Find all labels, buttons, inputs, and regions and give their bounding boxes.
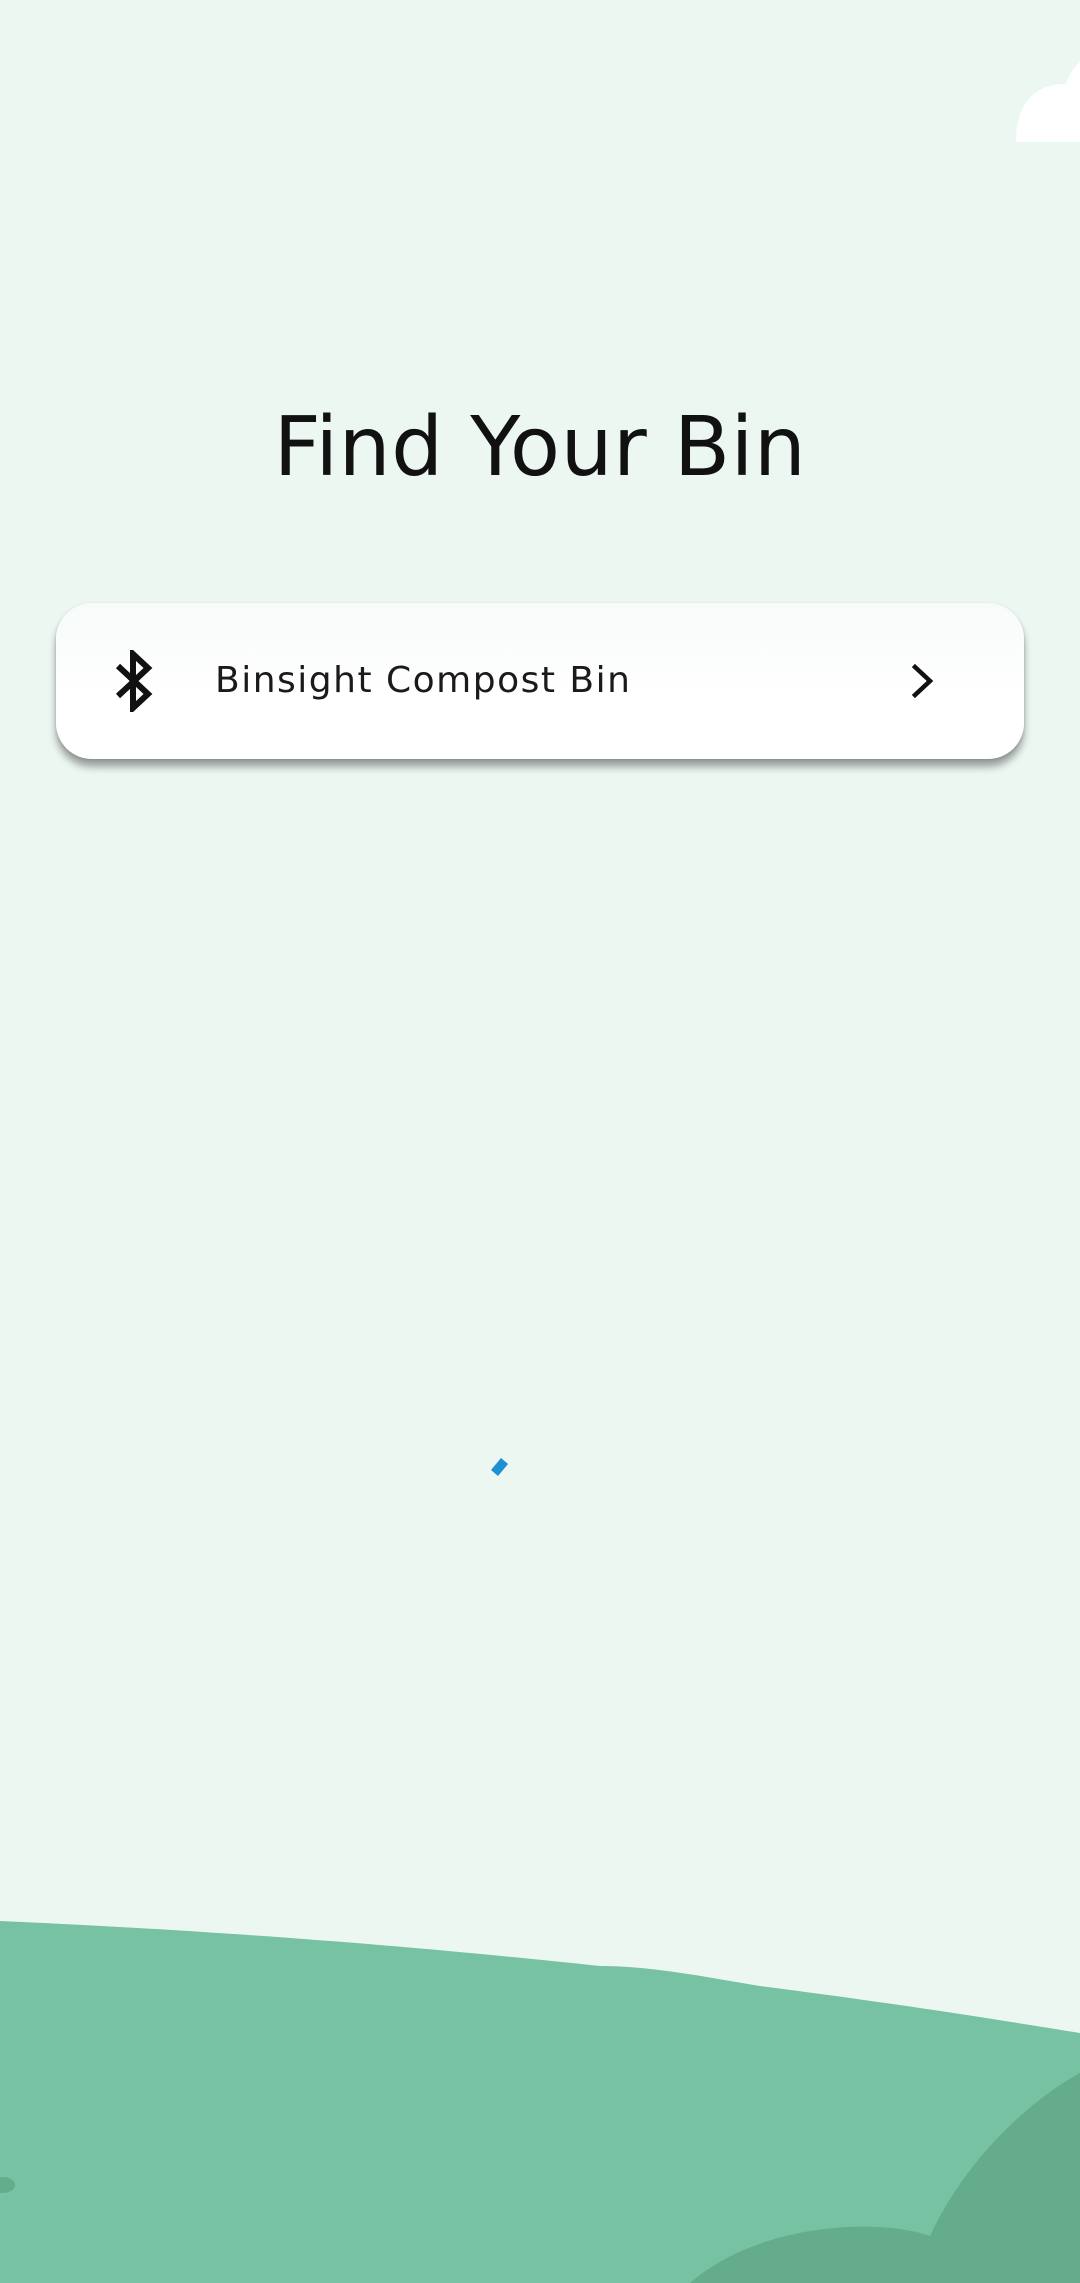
loading-spinner-icon <box>491 1458 508 1476</box>
hills-decoration <box>0 1921 1080 2283</box>
find-your-bin-screen: Find Your Bin Binsight Compost Bin <box>0 0 1080 2283</box>
bluetooth-icon <box>115 650 153 712</box>
cloud-decoration <box>1016 62 1080 142</box>
page-title: Find Your Bin <box>273 400 807 495</box>
chevron-right-icon <box>911 664 934 698</box>
device-name-label: Binsight Compost Bin <box>215 660 632 701</box>
